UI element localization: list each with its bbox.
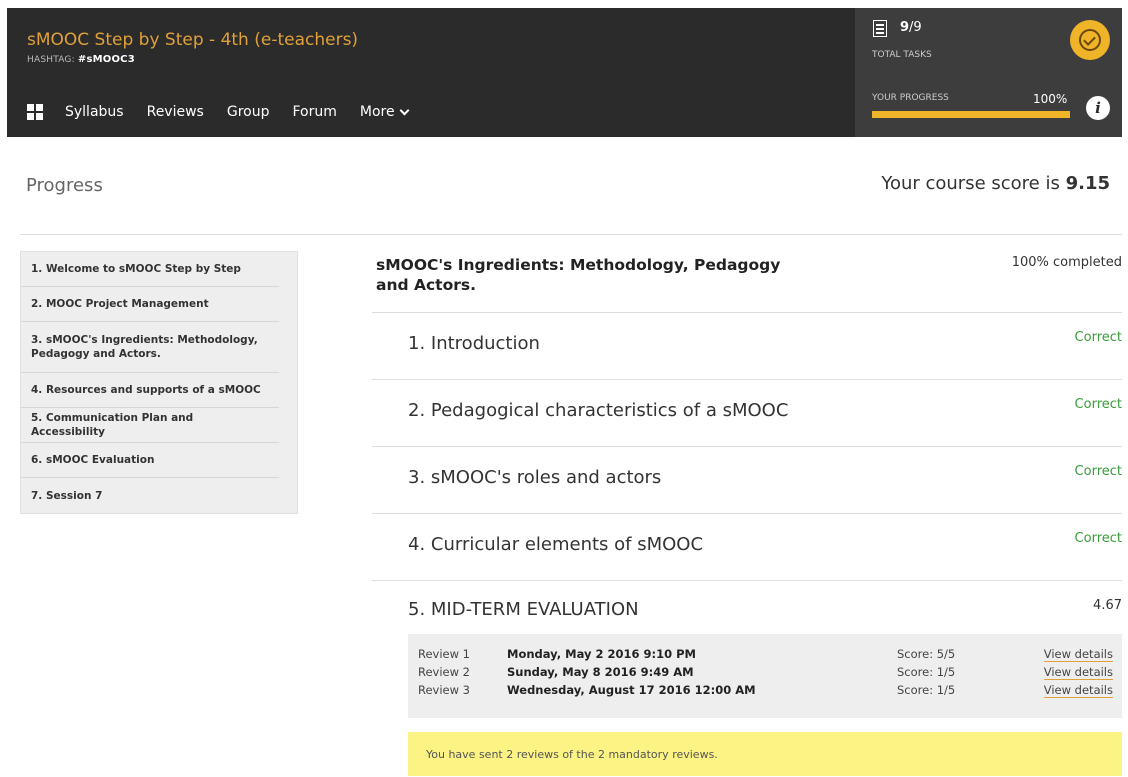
page-title: Progress [26,175,103,196]
award-badge-icon[interactable] [1070,20,1110,60]
review-date: Sunday, May 8 2016 9:49 AM [507,665,694,679]
course-score: Your course score is 9.15 [881,173,1110,194]
dashboard-grid-icon[interactable] [27,104,43,120]
sidebar-item-project-management[interactable]: 2. MOOC Project Management [21,287,279,322]
tasks-count: 9/9 [900,20,922,35]
lesson-row[interactable]: 1. Introduction Correct [372,312,1122,379]
task-list-icon [873,20,887,37]
review-score: Score: 5/5 [897,647,956,661]
progress-panel: 9/9 TOTAL TASKS YOUR PROGRESS 100% i [855,8,1122,137]
lesson-status: Correct [1074,397,1122,412]
course-score-value: 9.15 [1065,173,1110,194]
sidebar-item-communication[interactable]: 5. Communication Plan and Accessibility [21,408,279,443]
progress-label: YOUR PROGRESS [872,93,949,103]
info-icon[interactable]: i [1086,96,1110,120]
divider [20,234,1122,235]
review-date: Wednesday, August 17 2016 12:00 AM [507,683,756,697]
review-score: Score: 1/5 [897,665,956,679]
lesson-title: 1. Introduction [408,333,540,354]
progress-bar-fill [872,111,1070,118]
lesson-row[interactable]: 4. Curricular elements of sMOOC Correct [372,513,1122,580]
review-name: Review 2 [418,665,471,679]
lesson-row[interactable]: 2. Pedagogical characteristics of a sMOO… [372,379,1122,446]
unit-title: sMOOC's Ingredients: Methodology, Pedago… [376,256,781,294]
unit-completion: 100% completed [1011,255,1122,270]
nav-forum[interactable]: Forum [292,104,336,120]
nav-more[interactable]: More [359,104,410,120]
evaluation-row[interactable]: 5. MID-TERM EVALUATION 4.67 [372,580,1122,634]
hashtag-value: #sMOOC3 [77,54,135,65]
reviews-box: Review 1 Monday, May 2 2016 9:10 PM Scor… [408,634,1122,718]
review-row: Review 3 Wednesday, August 17 2016 12:00… [418,683,1113,699]
lesson-title: 4. Curricular elements of sMOOC [408,534,704,555]
nav-group[interactable]: Group [227,104,270,120]
evaluation-title: 5. MID-TERM EVALUATION [408,599,639,620]
review-score: Score: 1/5 [897,683,956,697]
lesson-row[interactable]: 3. sMOOC's roles and actors Correct [372,446,1122,513]
tasks-label: TOTAL TASKS [872,50,932,60]
review-row: Review 1 Monday, May 2 2016 9:10 PM Scor… [418,647,1113,663]
sidebar-item-welcome[interactable]: 1. Welcome to sMOOC Step by Step [21,252,279,287]
tasks-total: /9 [909,20,922,35]
lesson-title: 3. sMOOC's roles and actors [408,467,662,488]
evaluation-score: 4.67 [1093,598,1122,613]
course-title[interactable]: sMOOC Step by Step - 4th (e-teachers) [27,30,358,50]
progress-bar [872,111,1070,118]
course-score-label: Your course score is [881,173,1066,194]
review-date: Monday, May 2 2016 9:10 PM [507,647,696,661]
sidebar-item-evaluation[interactable]: 6. sMOOC Evaluation [21,443,279,478]
sidebar-item-resources[interactable]: 4. Resources and supports of a sMOOC [21,373,279,408]
sidebar-item-session-7[interactable]: 7. Session 7 [21,478,279,513]
reviews-notice: You have sent 2 reviews of the 2 mandato… [408,732,1122,776]
hashtag: HASHTAG: #sMOOC3 [27,54,135,65]
nav-more-label: More [359,104,395,120]
unit-sidebar: 1. Welcome to sMOOC Step by Step 2. MOOC… [20,251,298,514]
sidebar-item-ingredients[interactable]: 3. sMOOC's Ingredients: Methodology, Ped… [21,322,279,373]
hashtag-prefix: HASHTAG: [27,55,78,65]
nav-syllabus[interactable]: Syllabus [65,104,124,120]
view-details-link[interactable]: View details [1043,665,1113,680]
review-name: Review 3 [418,683,471,697]
tasks-done: 9 [900,20,910,35]
review-name: Review 1 [418,647,471,661]
lesson-title: 2. Pedagogical characteristics of a sMOO… [408,400,789,421]
lesson-status: Correct [1074,330,1122,345]
progress-value: 100% [1033,92,1068,106]
review-row: Review 2 Sunday, May 8 2016 9:49 AM Scor… [418,665,1113,681]
view-details-link[interactable]: View details [1043,683,1113,698]
lesson-status: Correct [1074,464,1122,479]
chevron-down-icon [399,105,410,115]
nav-reviews[interactable]: Reviews [147,104,204,120]
view-details-link[interactable]: View details [1043,647,1113,662]
course-nav: Syllabus Reviews Group Forum More [27,104,431,120]
lesson-status: Correct [1074,531,1122,546]
